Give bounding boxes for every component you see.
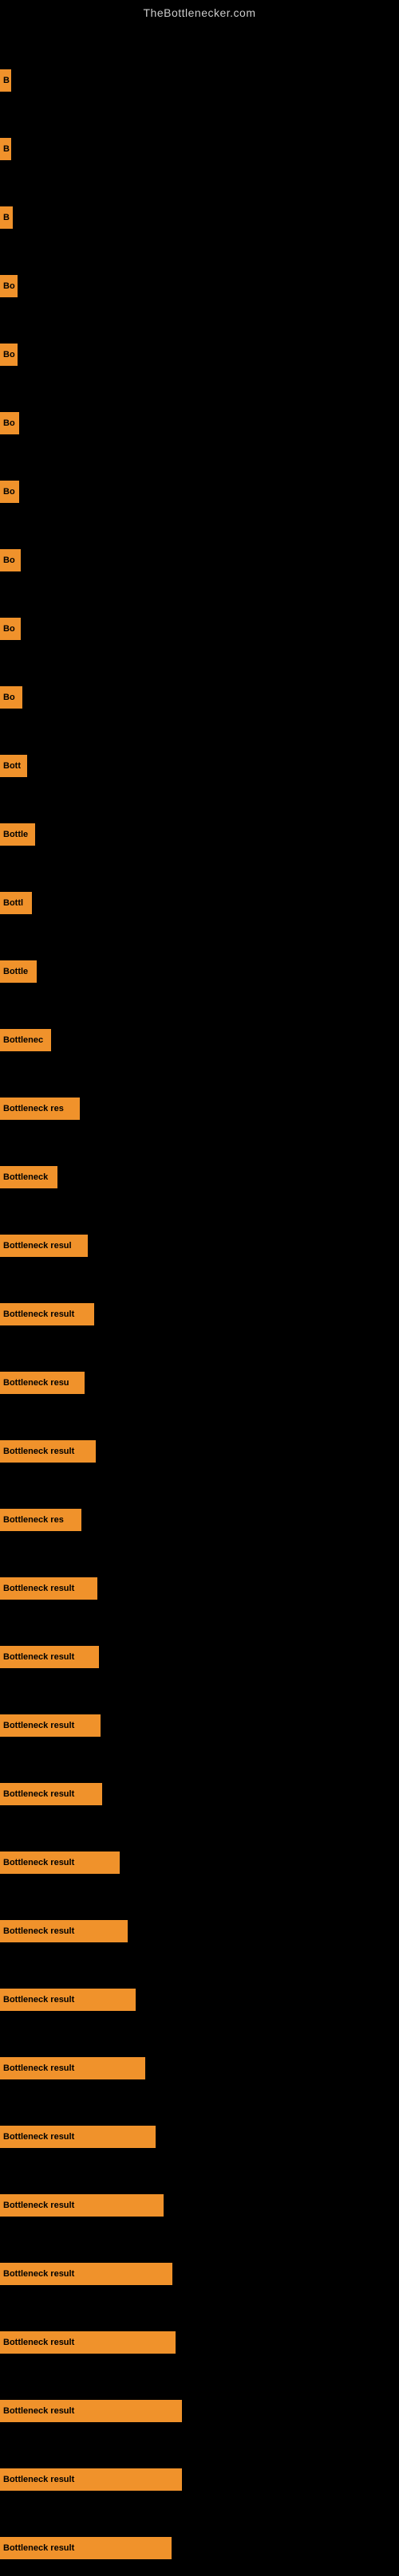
bar-label-1: B <box>0 69 11 92</box>
bar-row-13: Bottl <box>0 875 399 931</box>
bar-label-2: B <box>0 138 11 160</box>
bar-row-22: Bottleneck res <box>0 1492 399 1548</box>
bar-row-14: Bottle <box>0 944 399 999</box>
bar-row-26: Bottleneck result <box>0 1766 399 1822</box>
bar-row-37: Bottleneck result <box>0 2520 399 2576</box>
bar-row-3: B <box>0 190 399 245</box>
bar-row-28: Bottleneck result <box>0 1903 399 1959</box>
bar-label-21: Bottleneck result <box>0 1440 96 1463</box>
bar-label-5: Bo <box>0 344 18 366</box>
bar-label-13: Bottl <box>0 892 32 914</box>
bar-label-8: Bo <box>0 549 21 571</box>
bar-label-31: Bottleneck result <box>0 2126 156 2148</box>
bar-label-25: Bottleneck result <box>0 1714 101 1737</box>
bar-row-19: Bottleneck result <box>0 1286 399 1342</box>
bar-row-33: Bottleneck result <box>0 2246 399 2302</box>
bar-row-11: Bott <box>0 738 399 794</box>
bar-label-17: Bottleneck <box>0 1166 57 1188</box>
bar-label-32: Bottleneck result <box>0 2194 164 2217</box>
bar-label-9: Bo <box>0 618 21 640</box>
bar-row-21: Bottleneck result <box>0 1423 399 1479</box>
bar-row-27: Bottleneck result <box>0 1835 399 1891</box>
site-title: TheBottlenecker.com <box>0 0 399 22</box>
bar-label-34: Bottleneck result <box>0 2331 176 2354</box>
bar-row-34: Bottleneck result <box>0 2315 399 2370</box>
bar-label-6: Bo <box>0 412 19 434</box>
bar-row-7: Bo <box>0 464 399 520</box>
bar-label-33: Bottleneck result <box>0 2263 172 2285</box>
bar-row-1: B <box>0 53 399 108</box>
bar-label-37: Bottleneck result <box>0 2537 172 2559</box>
bar-row-36: Bottleneck result <box>0 2452 399 2507</box>
bar-label-26: Bottleneck result <box>0 1783 102 1805</box>
bar-row-23: Bottleneck result <box>0 1561 399 1616</box>
bar-label-11: Bott <box>0 755 27 777</box>
bar-row-35: Bottleneck result <box>0 2383 399 2439</box>
bar-label-23: Bottleneck result <box>0 1577 97 1600</box>
bar-row-25: Bottleneck result <box>0 1698 399 1753</box>
bar-row-12: Bottle <box>0 807 399 862</box>
bar-row-31: Bottleneck result <box>0 2109 399 2165</box>
bar-row-4: Bo <box>0 258 399 314</box>
bar-row-2: B <box>0 121 399 177</box>
bar-label-15: Bottlenec <box>0 1029 51 1051</box>
bar-label-16: Bottleneck res <box>0 1098 80 1120</box>
bar-row-29: Bottleneck result <box>0 1972 399 2028</box>
bar-label-14: Bottle <box>0 960 37 983</box>
bar-label-36: Bottleneck result <box>0 2468 182 2491</box>
bar-label-29: Bottleneck result <box>0 1989 136 2011</box>
bar-label-35: Bottleneck result <box>0 2400 182 2422</box>
bar-row-32: Bottleneck result <box>0 2177 399 2233</box>
bar-row-20: Bottleneck resu <box>0 1355 399 1411</box>
bar-label-10: Bo <box>0 686 22 709</box>
bar-row-16: Bottleneck res <box>0 1081 399 1137</box>
bar-label-4: Bo <box>0 275 18 297</box>
bar-row-10: Bo <box>0 670 399 725</box>
bar-row-9: Bo <box>0 601 399 657</box>
bar-label-27: Bottleneck result <box>0 1852 120 1874</box>
bar-label-24: Bottleneck result <box>0 1646 99 1668</box>
bar-row-18: Bottleneck resul <box>0 1218 399 1274</box>
bar-row-24: Bottleneck result <box>0 1629 399 1685</box>
bar-label-3: B <box>0 206 13 229</box>
bar-row-6: Bo <box>0 395 399 451</box>
bar-label-7: Bo <box>0 481 19 503</box>
bar-label-20: Bottleneck resu <box>0 1372 85 1394</box>
bar-label-18: Bottleneck resul <box>0 1235 88 1257</box>
bar-row-30: Bottleneck result <box>0 2040 399 2096</box>
bar-label-19: Bottleneck result <box>0 1303 94 1325</box>
bar-row-8: Bo <box>0 532 399 588</box>
bar-label-12: Bottle <box>0 823 35 846</box>
bar-row-17: Bottleneck <box>0 1149 399 1205</box>
bar-row-15: Bottlenec <box>0 1012 399 1068</box>
bar-row-5: Bo <box>0 327 399 383</box>
bar-label-30: Bottleneck result <box>0 2057 145 2079</box>
bar-label-28: Bottleneck result <box>0 1920 128 1942</box>
bar-label-22: Bottleneck res <box>0 1509 81 1531</box>
